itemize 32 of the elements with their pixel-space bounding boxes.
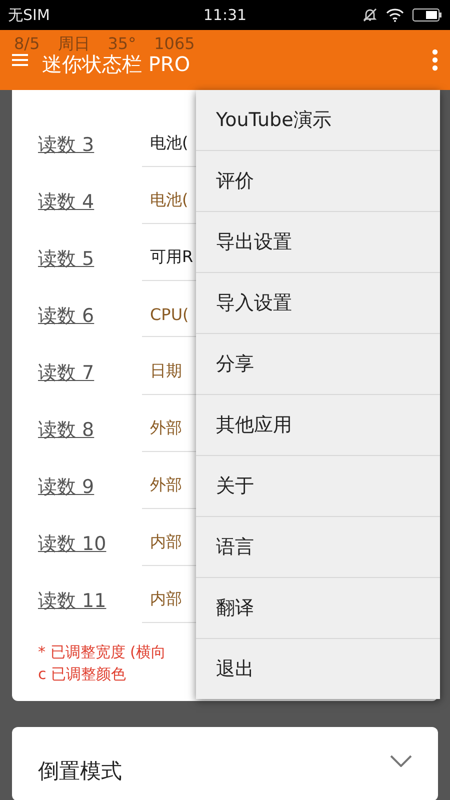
menu-item[interactable]: 评价 [196, 151, 440, 212]
carrier-text: 无SIM [8, 6, 50, 24]
note-text: * 已调整宽度 (横向 [38, 642, 166, 663]
reading-label[interactable]: 读数 10 [38, 530, 142, 556]
reading-label[interactable]: 读数 3 [38, 132, 142, 158]
menu-item[interactable]: 导出设置 [196, 212, 440, 273]
reading-label[interactable]: 读数 7 [38, 360, 142, 386]
reading-label[interactable]: 读数 11 [38, 588, 142, 614]
menu-item[interactable]: 关于 [196, 456, 440, 517]
section-title: 倒置模式 [38, 758, 122, 785]
menu-item[interactable]: 翻译 [196, 578, 440, 639]
menu-icon[interactable] [12, 53, 28, 67]
reading-label[interactable]: 读数 9 [38, 474, 142, 500]
menu-item[interactable]: 导入设置 [196, 273, 440, 334]
menu-item[interactable]: 分享 [196, 334, 440, 395]
mini-status-text: 8/5 [14, 34, 40, 55]
clock-text: 11:31 [202, 6, 248, 24]
reading-label[interactable]: 读数 4 [38, 188, 142, 214]
note-text: c 已调整颜色 [38, 664, 126, 685]
menu-item[interactable]: 语言 [196, 517, 440, 578]
wifi-icon [386, 8, 404, 22]
menu-item[interactable]: YouTube演示 [196, 90, 440, 151]
menu-item[interactable]: 退出 [196, 639, 440, 699]
muted-bell-icon [362, 7, 378, 23]
reading-label[interactable]: 读数 5 [38, 246, 142, 272]
mini-status-text: 35° [108, 34, 136, 54]
reading-label[interactable]: 读数 8 [38, 416, 142, 442]
battery-icon [412, 8, 442, 22]
more-options-icon[interactable] [432, 49, 438, 71]
menu-item[interactable]: 其他应用 [196, 395, 440, 456]
chevron-down-icon[interactable] [390, 755, 412, 767]
reading-label[interactable]: 读数 6 [38, 302, 142, 328]
